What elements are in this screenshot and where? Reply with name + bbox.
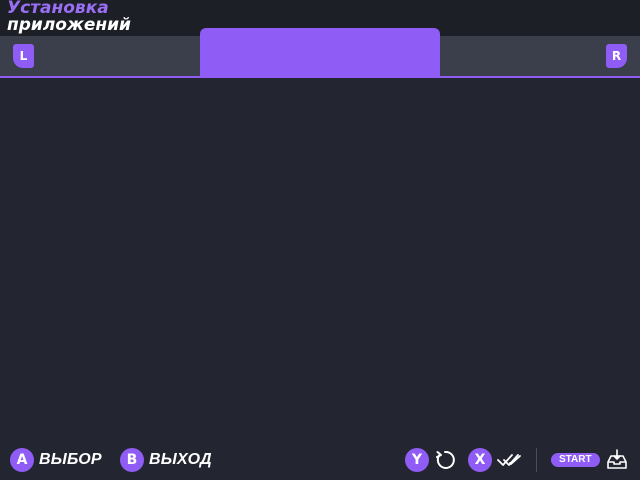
b-button-icon: B <box>120 448 144 472</box>
start-button-icon: START <box>551 453 600 467</box>
double-check-icon <box>497 454 521 466</box>
l-shoulder-button[interactable]: L <box>13 44 34 68</box>
tray-install-icon <box>606 449 627 469</box>
tab-bar: L R <box>0 28 640 78</box>
a-button-icon: A <box>10 448 34 472</box>
r-shoulder-button[interactable]: R <box>606 44 627 68</box>
start-button[interactable]: START <box>551 448 628 472</box>
content-area <box>0 78 640 440</box>
select-button[interactable]: A ВЫБОР <box>10 448 102 472</box>
exit-button[interactable]: B ВЫХОД <box>120 448 212 472</box>
footer-divider <box>536 448 537 472</box>
select-label: ВЫБОР <box>39 451 102 468</box>
app-screen: Установка приложений L R A ВЫБОР B ВЫХОД… <box>0 0 640 480</box>
page-title: Установка приложений <box>7 0 131 34</box>
select-all-button[interactable]: X <box>468 448 523 472</box>
refresh-icon <box>436 450 455 469</box>
page-title-line2: приложений <box>7 15 131 35</box>
exit-label: ВЫХОД <box>149 451 212 468</box>
y-button-icon: Y <box>405 448 429 472</box>
footer-hints: A ВЫБОР B ВЫХОД Y X START <box>0 440 640 480</box>
tab-active[interactable] <box>200 28 440 76</box>
x-button-icon: X <box>468 448 492 472</box>
refresh-button[interactable]: Y <box>405 448 456 472</box>
